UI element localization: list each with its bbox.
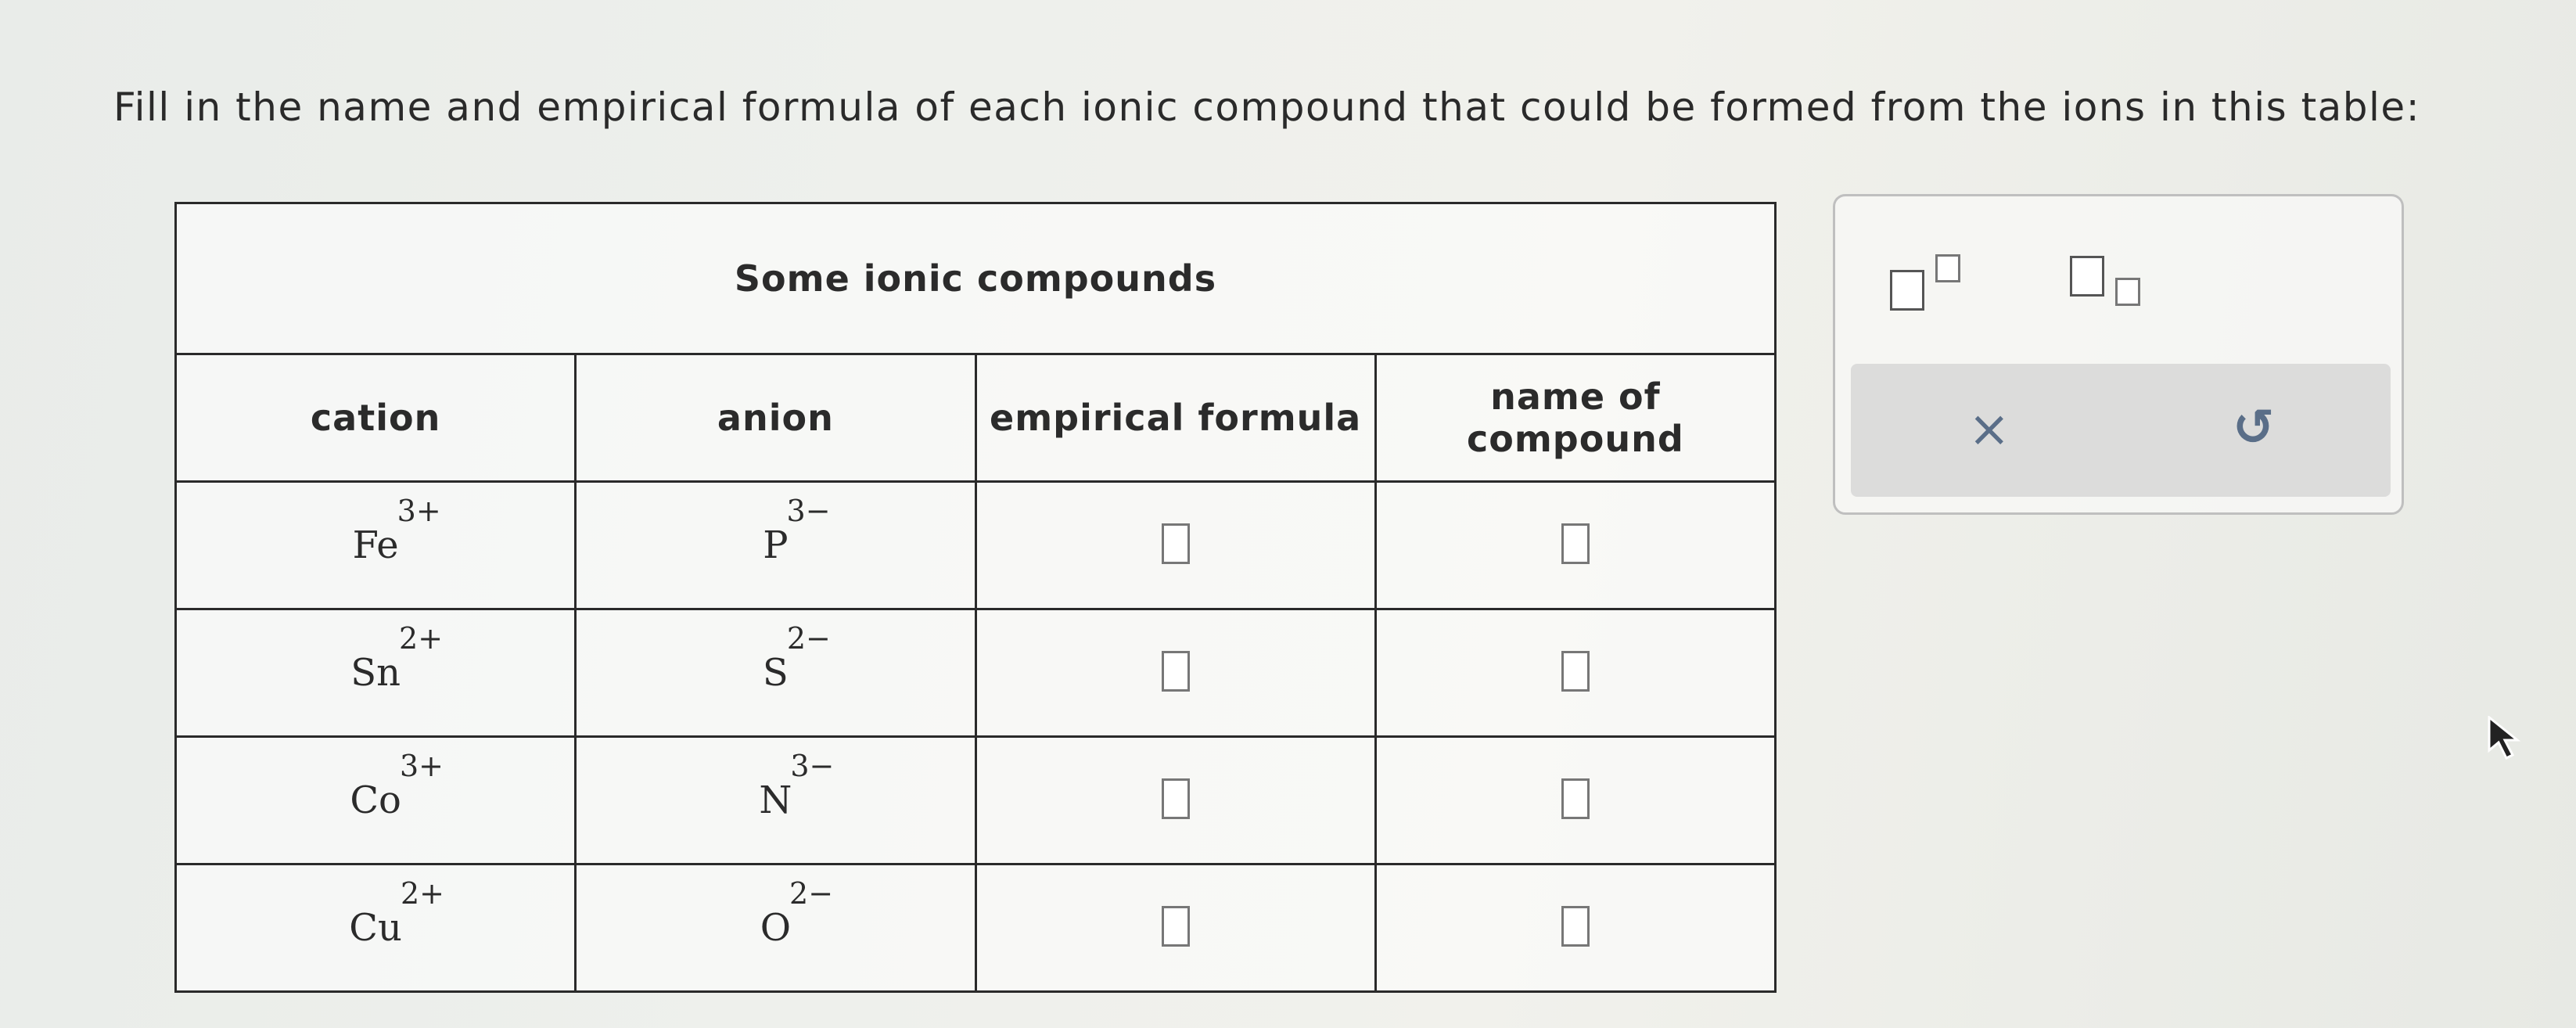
cation-cell: Sn 2+ bbox=[174, 608, 577, 738]
subscript-template-button[interactable] bbox=[2070, 243, 2156, 314]
cation-cell: Fe 3+ bbox=[174, 480, 577, 610]
superscript-box-icon bbox=[1935, 254, 1960, 282]
formula-cell bbox=[974, 735, 1377, 865]
anion-ion: S 2− bbox=[762, 621, 831, 695]
cation-ion: Fe 3+ bbox=[352, 494, 441, 567]
table-caption: Some ionic compounds bbox=[174, 202, 1777, 355]
name-answer-box[interactable] bbox=[1561, 906, 1590, 947]
ionic-compounds-table: Some ionic compounds cation anion empiri… bbox=[174, 202, 1777, 993]
header-name-of-compound: name of compound bbox=[1374, 353, 1777, 483]
instructions-text: Fill in the name and empirical formula o… bbox=[113, 84, 2421, 130]
anion-cell: N 3− bbox=[574, 735, 977, 865]
name-answer-box[interactable] bbox=[1561, 523, 1590, 564]
cation-ion: Sn 2+ bbox=[350, 621, 444, 695]
formula-answer-box[interactable] bbox=[1161, 651, 1190, 692]
name-cell bbox=[1374, 480, 1777, 610]
name-answer-box[interactable] bbox=[1561, 651, 1590, 692]
anion-cell: S 2− bbox=[574, 608, 977, 738]
base-box-icon bbox=[1890, 270, 1924, 311]
table-row: Sn 2+ S 2− bbox=[174, 608, 1777, 738]
header-cation: cation bbox=[174, 353, 577, 483]
anion-ion: P 3− bbox=[763, 494, 831, 567]
formula-cell bbox=[974, 863, 1377, 993]
name-cell bbox=[1374, 608, 1777, 738]
name-cell bbox=[1374, 735, 1777, 865]
name-cell bbox=[1374, 863, 1777, 993]
mouse-cursor-icon bbox=[2488, 716, 2521, 760]
formula-answer-box[interactable] bbox=[1161, 778, 1190, 819]
name-answer-box[interactable] bbox=[1561, 778, 1590, 819]
formula-answer-box[interactable] bbox=[1161, 523, 1190, 564]
clear-icon[interactable]: × bbox=[1968, 404, 2010, 455]
anion-ion: O 2− bbox=[760, 876, 834, 950]
cation-cell: Cu 2+ bbox=[174, 863, 577, 993]
header-anion: anion bbox=[574, 353, 977, 483]
base-box-icon bbox=[2070, 256, 2104, 297]
palette-tools-bar: × ↺ bbox=[1851, 364, 2391, 497]
subscript-box-icon bbox=[2115, 278, 2140, 306]
formula-cell bbox=[974, 480, 1377, 610]
table-row: Cu 2+ O 2− bbox=[174, 863, 1777, 993]
table-row: Fe 3+ P 3− bbox=[174, 480, 1777, 610]
undo-icon[interactable]: ↺ bbox=[2233, 403, 2275, 453]
answer-palette: × ↺ bbox=[1833, 194, 2404, 515]
anion-cell: P 3− bbox=[574, 480, 977, 610]
table-row: Co 3+ N 3− bbox=[174, 735, 1777, 865]
formula-cell bbox=[974, 608, 1377, 738]
superscript-template-button[interactable] bbox=[1890, 243, 1976, 314]
header-empirical-formula: empirical formula bbox=[974, 353, 1377, 483]
cation-ion: Cu 2+ bbox=[349, 876, 444, 950]
anion-ion: N 3− bbox=[759, 749, 835, 822]
cation-cell: Co 3+ bbox=[174, 735, 577, 865]
anion-cell: O 2− bbox=[574, 863, 977, 993]
cation-ion: Co 3+ bbox=[350, 749, 444, 822]
formula-answer-box[interactable] bbox=[1161, 906, 1190, 947]
